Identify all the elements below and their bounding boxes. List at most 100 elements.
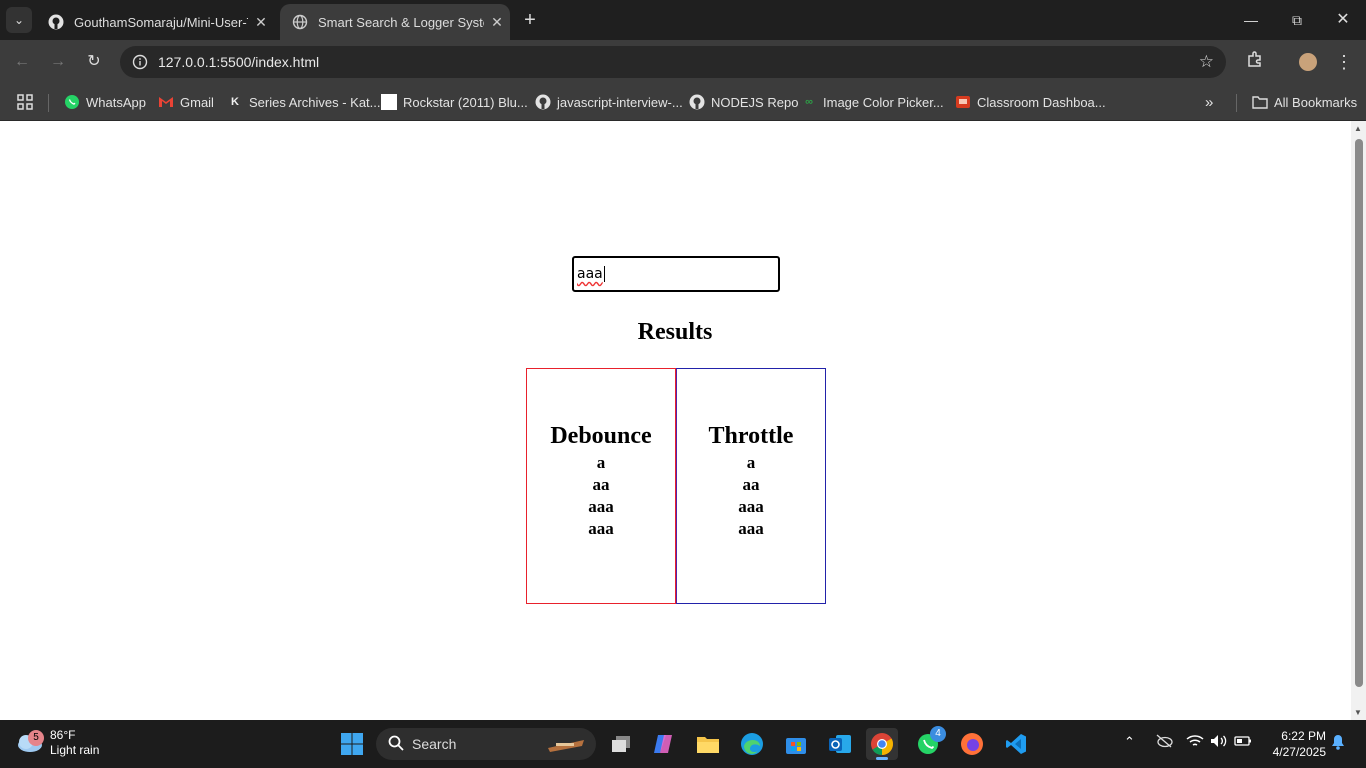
search-input-value: aaa xyxy=(577,266,603,282)
bookmark-label: Image Color Picker... xyxy=(823,94,944,110)
globe-icon xyxy=(292,14,308,30)
windows-start-icon[interactable] xyxy=(336,728,368,760)
show-hidden-icons-chevron-icon[interactable]: ⌃ xyxy=(1124,734,1135,750)
glasses-icon: ∞ xyxy=(805,96,813,108)
chrome-icon[interactable] xyxy=(866,728,898,760)
outlook-icon[interactable] xyxy=(824,728,856,760)
tab-search-chevron-icon[interactable]: ⌄ xyxy=(6,7,32,33)
bookmark-star-icon[interactable]: ☆ xyxy=(1199,52,1214,72)
tab-title: GouthamSomaraju/Mini-User-T xyxy=(74,14,248,30)
clock-date: 4/27/2025 xyxy=(1272,745,1326,759)
tab-github[interactable]: GouthamSomaraju/Mini-User-T ✕ xyxy=(36,4,274,40)
wifi-icon[interactable] xyxy=(1186,734,1204,751)
browser-chrome: ⌄ GouthamSomaraju/Mini-User-T ✕ Smart Se… xyxy=(0,0,1366,121)
minimize-icon[interactable]: — xyxy=(1239,8,1263,32)
all-bookmarks-button[interactable]: All Bookmarks xyxy=(1252,91,1357,113)
more-bookmarks-chevron-icon[interactable]: » xyxy=(1205,91,1213,113)
classroom-icon xyxy=(955,94,971,110)
weather-alert-badge: 5 xyxy=(28,730,44,746)
weather-temp: 86°F xyxy=(50,728,76,742)
forward-icon[interactable]: → xyxy=(46,50,70,74)
onedrive-icon[interactable] xyxy=(1155,734,1173,751)
bookmark-label: Series Archives - Kat... xyxy=(249,94,381,110)
bookmark-javascript-interview[interactable]: javascript-interview-... xyxy=(535,91,683,113)
search-input[interactable]: aaa xyxy=(572,256,780,292)
results-heading: Results xyxy=(637,319,713,345)
page-scrollbar[interactable]: ▲ ▼ xyxy=(1351,121,1366,720)
github-icon xyxy=(689,94,705,110)
bookmarks-bar: WhatsApp Gmail K Series Archives - Kat...… xyxy=(0,84,1366,121)
weather-widget[interactable]: 5 86°F Light rain xyxy=(14,728,99,758)
k-icon: K xyxy=(231,96,239,108)
tab-strip: ⌄ GouthamSomaraju/Mini-User-T ✕ Smart Se… xyxy=(0,0,1366,40)
taskbar-search[interactable]: Search xyxy=(376,728,596,760)
close-tab-icon[interactable]: ✕ xyxy=(484,14,510,31)
folder-icon xyxy=(1252,94,1268,110)
scroll-up-icon[interactable]: ▲ xyxy=(1354,124,1362,133)
scrollbar-thumb[interactable] xyxy=(1355,139,1363,687)
search-icon xyxy=(388,735,404,754)
bookmark-label: Rockstar (2011) Blu... xyxy=(403,94,528,110)
throttle-panel: Throttle a aa aaa aaa xyxy=(676,368,826,604)
firefox-icon[interactable] xyxy=(956,728,988,760)
bookmark-rockstar[interactable]: Rockstar (2011) Blu... xyxy=(381,91,528,113)
close-tab-icon[interactable]: ✕ xyxy=(248,14,274,31)
debounce-log-item: aa xyxy=(592,474,610,494)
clock-time: 6:22 PM xyxy=(1281,729,1326,743)
throttle-log-item: aaa xyxy=(738,518,764,538)
taskbar-search-label: Search xyxy=(412,736,457,752)
vscode-icon[interactable] xyxy=(1000,728,1032,760)
throttle-log-item: a xyxy=(746,452,756,472)
microsoft-store-icon[interactable] xyxy=(780,728,812,760)
weather-desc: Light rain xyxy=(50,743,100,757)
edge-icon[interactable] xyxy=(736,728,768,760)
apps-grid-icon[interactable] xyxy=(16,91,34,113)
bookmark-classroom-dashboard[interactable]: Classroom Dashboa... xyxy=(955,91,1106,113)
debounce-log-item: aaa xyxy=(588,496,614,516)
task-view-icon[interactable] xyxy=(605,728,637,760)
debounce-log-item: a xyxy=(596,452,606,472)
bookmark-whatsapp[interactable]: WhatsApp xyxy=(64,91,146,113)
text-caret xyxy=(603,266,605,282)
whatsapp-taskbar-icon[interactable]: 4 xyxy=(912,726,946,760)
scroll-down-icon[interactable]: ▼ xyxy=(1354,708,1362,717)
file-explorer-icon[interactable] xyxy=(692,728,724,760)
more-menu-icon[interactable]: ⋮ xyxy=(1332,50,1356,74)
tab-title: Smart Search & Logger System xyxy=(318,14,484,30)
profile-avatar[interactable] xyxy=(1297,51,1319,73)
rain-cloud-icon: 5 xyxy=(14,730,44,754)
bookmark-image-color-picker[interactable]: ∞ Image Color Picker... xyxy=(801,91,944,113)
browser-toolbar: ← → ↻ 127.0.0.1:5500/index.html ☆ ⋮ xyxy=(0,40,1366,84)
back-icon[interactable]: ← xyxy=(10,50,34,74)
bookmark-nodejs-repo[interactable]: NODEJS Repo xyxy=(689,91,798,113)
debounce-panel: Debounce a aa aaa aaa xyxy=(526,368,676,604)
throttle-title: Throttle xyxy=(708,422,794,449)
bookmark-label: Classroom Dashboa... xyxy=(977,94,1106,110)
extensions-icon[interactable] xyxy=(1243,50,1267,74)
bookmark-label: WhatsApp xyxy=(86,94,146,110)
copilot-icon[interactable] xyxy=(648,728,680,760)
throttle-log-item: aaa xyxy=(738,496,764,516)
tab-smart-search[interactable]: Smart Search & Logger System ✕ xyxy=(280,4,510,40)
bookmark-label: Gmail xyxy=(180,94,214,110)
close-window-icon[interactable]: ✕ xyxy=(1331,8,1355,32)
bookmarks-divider xyxy=(1236,94,1237,112)
github-icon xyxy=(48,14,64,30)
page-content: aaa Results Debounce a aa aaa aaa Thrott… xyxy=(0,121,1351,720)
notification-bell-icon[interactable] xyxy=(1330,734,1346,753)
debounce-log-item: aaa xyxy=(588,518,614,538)
restore-icon[interactable]: ⧉ xyxy=(1285,8,1309,32)
site-info-icon[interactable] xyxy=(130,52,150,72)
battery-icon[interactable] xyxy=(1234,734,1252,751)
system-clock[interactable]: 6:22 PM 4/27/2025 xyxy=(1262,728,1326,760)
active-app-indicator xyxy=(876,757,888,760)
bookmark-gmail[interactable]: Gmail xyxy=(158,91,214,113)
whatsapp-icon xyxy=(64,94,80,110)
reload-icon[interactable]: ↻ xyxy=(82,50,106,74)
url-text: 127.0.0.1:5500/index.html xyxy=(158,54,320,70)
address-bar[interactable]: 127.0.0.1:5500/index.html ☆ xyxy=(120,46,1226,78)
bookmark-series-archives[interactable]: K Series Archives - Kat... xyxy=(227,91,381,113)
new-tab-button[interactable]: + xyxy=(518,8,542,32)
gmail-icon xyxy=(158,94,174,110)
volume-icon[interactable] xyxy=(1210,734,1228,751)
